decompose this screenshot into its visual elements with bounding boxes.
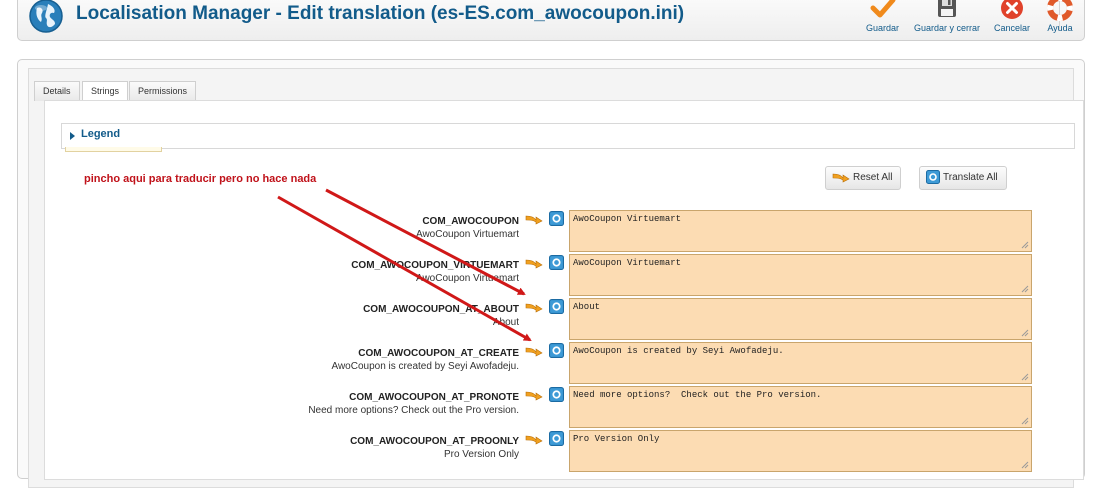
copy-source-icon[interactable] <box>525 256 543 270</box>
save-and-close-label: Guardar y cerrar <box>914 23 981 33</box>
string-key: COM_AWOCOUPON <box>422 216 519 227</box>
string-row: COM_AWOCOUPON_AT_ABOUT About About <box>45 298 1085 344</box>
help-label: Ayuda <box>1047 23 1073 33</box>
legend-label: Legend <box>81 128 121 140</box>
translation-field[interactable]: AwoCoupon Virtuemart <box>569 254 1032 296</box>
translate-all-button[interactable]: Translate All <box>919 166 1007 190</box>
string-row: COM_AWOCOUPON_AT_CREATE AwoCoupon is cre… <box>45 342 1085 388</box>
annotation-text: pincho aqui para traducir pero no hace n… <box>84 173 317 185</box>
translation-field[interactable]: Need more options? Check out the Pro ver… <box>569 386 1032 428</box>
translation-field[interactable]: Pro Version Only <box>569 430 1032 472</box>
string-row: COM_AWOCOUPON_VIRTUEMART AwoCoupon Virtu… <box>45 254 1085 300</box>
resize-grip-icon[interactable] <box>1019 283 1029 293</box>
translate-icon[interactable] <box>549 431 564 446</box>
string-source: Pro Version Only <box>443 449 519 460</box>
cancel-button[interactable]: Cancelar <box>994 0 1030 33</box>
help-button[interactable]: Ayuda <box>1047 0 1073 33</box>
resize-grip-icon[interactable] <box>1019 371 1029 381</box>
string-key: COM_AWOCOUPON_VIRTUEMART <box>351 260 519 271</box>
tab-permissions[interactable]: Permissions <box>129 81 197 101</box>
string-source: AwoCoupon Virtuemart <box>415 229 519 240</box>
translate-icon[interactable] <box>549 387 564 402</box>
expand-arrow-icon <box>70 132 75 140</box>
save-and-close-button[interactable]: Guardar y cerrar <box>914 0 980 33</box>
globe-icon <box>29 0 63 33</box>
help-lifebuoy-icon <box>1047 0 1073 21</box>
resize-grip-icon[interactable] <box>1019 327 1029 337</box>
page-title: Localisation Manager - Edit translation … <box>76 3 685 24</box>
string-key: COM_AWOCOUPON_AT_PRONOTE <box>349 392 519 403</box>
string-key: COM_AWOCOUPON_AT_ABOUT <box>363 304 519 315</box>
resize-grip-icon[interactable] <box>1019 415 1029 425</box>
checkmark-icon <box>870 0 896 18</box>
string-row: COM_AWOCOUPON AwoCoupon Virtuemart AwoCo… <box>45 210 1085 256</box>
translate-icon[interactable] <box>549 255 564 270</box>
string-row: COM_AWOCOUPON_AT_PRONOTE Need more optio… <box>45 386 1085 432</box>
copy-source-icon[interactable] <box>525 212 543 226</box>
tab-details[interactable]: Details <box>34 81 80 101</box>
reset-all-button[interactable]: Reset All <box>825 166 902 190</box>
string-row: COM_AWOCOUPON_AT_PROONLY Pro Version Onl… <box>45 430 1085 476</box>
save-label: Guardar <box>866 23 900 33</box>
string-key: COM_AWOCOUPON_AT_CREATE <box>358 348 519 359</box>
translation-field[interactable]: About <box>569 298 1032 340</box>
reset-all-label: Reset All <box>853 172 893 183</box>
legend-tab-decoration <box>65 147 162 152</box>
translation-field[interactable]: AwoCoupon is created by Seyi Awofadeju. <box>569 342 1032 384</box>
copy-source-icon[interactable] <box>525 432 543 446</box>
legend-toggle[interactable]: Legend <box>61 123 1075 149</box>
copy-arrow-icon <box>832 174 850 183</box>
translate-icon[interactable] <box>549 211 564 226</box>
string-source: AwoCoupon Virtuemart <box>415 273 519 284</box>
cancel-x-icon <box>1001 0 1024 19</box>
save-button[interactable]: Guardar <box>866 0 899 33</box>
translate-all-label: Translate All <box>943 172 998 183</box>
string-key: COM_AWOCOUPON_AT_PROONLY <box>350 436 519 447</box>
copy-source-icon[interactable] <box>525 300 543 314</box>
string-source: AwoCoupon is created by Seyi Awofadeju. <box>331 361 519 372</box>
string-source: Need more options? Check out the Pro ver… <box>308 405 519 416</box>
translate-icon <box>926 170 940 185</box>
translate-icon[interactable] <box>549 299 564 314</box>
toolbar-header: Localisation Manager - Edit translation … <box>17 0 1085 41</box>
copy-source-icon[interactable] <box>525 344 543 358</box>
resize-grip-icon[interactable] <box>1019 239 1029 249</box>
string-source: About <box>492 317 519 328</box>
translation-field[interactable]: AwoCoupon Virtuemart <box>569 210 1032 252</box>
copy-source-icon[interactable] <box>525 388 543 402</box>
save-disk-icon <box>938 0 957 17</box>
cancel-label: Cancelar <box>994 23 1031 33</box>
main-panel: Details Strings Permissions Legend pinch… <box>17 59 1085 488</box>
strings-content: Legend pincho aqui para traducir pero no… <box>44 100 1084 480</box>
tab-strings[interactable]: Strings <box>82 81 129 102</box>
translate-icon[interactable] <box>549 343 564 358</box>
